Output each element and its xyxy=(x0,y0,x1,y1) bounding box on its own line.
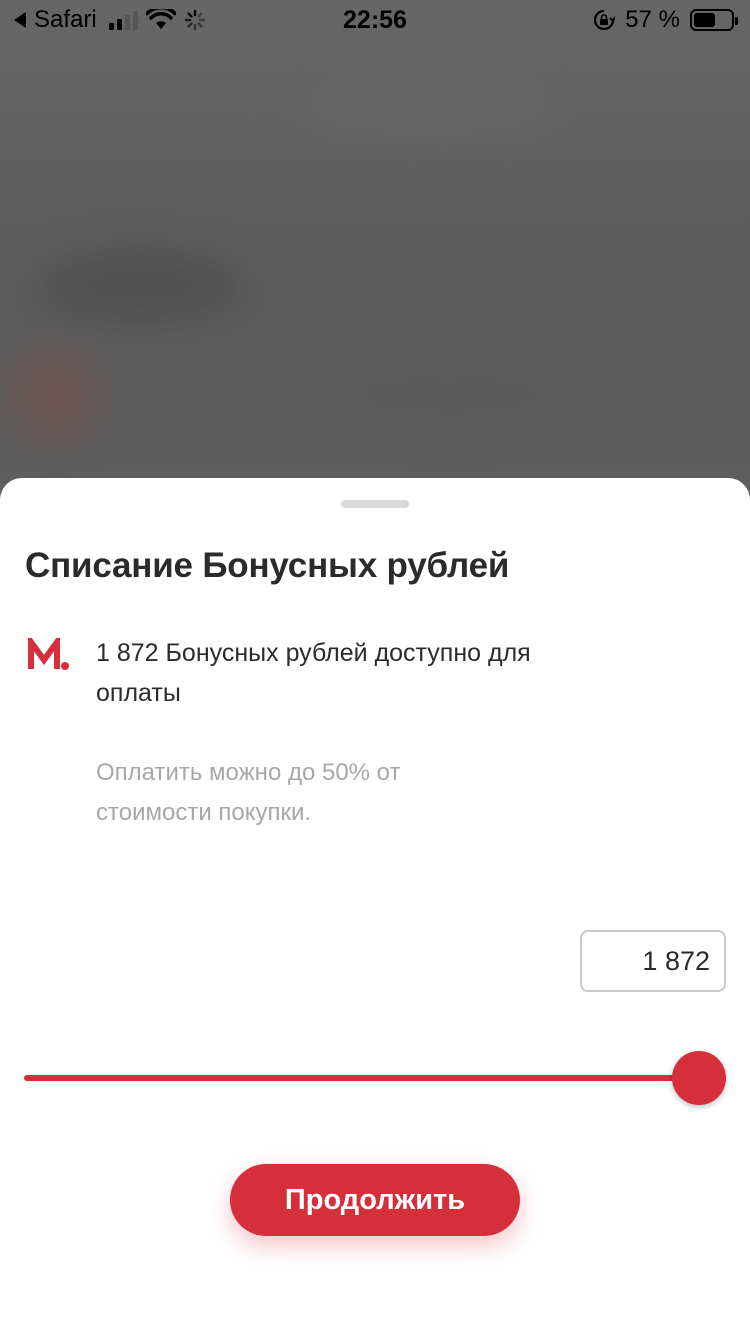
blurred-shape xyxy=(300,80,560,140)
slider-track xyxy=(24,1075,726,1081)
continue-button[interactable]: Продолжить xyxy=(230,1164,520,1236)
payment-limit-hint: Оплатить можно до 50% от стоимости покуп… xyxy=(96,759,401,826)
sheet-grabber[interactable] xyxy=(341,500,409,508)
status-bar: Safari 22:56 57 % xyxy=(0,0,750,40)
blurred-shape xyxy=(10,350,100,440)
blurred-shape xyxy=(330,370,570,430)
bonus-sheet: Списание Бонусных рублей 1 872 Бонусных … xyxy=(0,478,750,1334)
bonus-amount-input[interactable] xyxy=(580,930,726,992)
battery-icon xyxy=(690,9,738,31)
blurred-shape xyxy=(40,250,240,320)
available-bonus-text: 1 872 Бонусных рублей доступно для оплат… xyxy=(96,639,531,707)
m-logo-icon xyxy=(28,638,69,670)
battery-percent: 57 % xyxy=(625,6,680,33)
battery-fill xyxy=(694,13,715,27)
bonus-amount-slider[interactable] xyxy=(24,1048,726,1108)
sheet-title: Списание Бонусных рублей xyxy=(25,546,510,585)
status-bar-right: 57 % xyxy=(593,6,738,34)
slider-fill xyxy=(24,1075,726,1081)
rotation-lock-icon xyxy=(594,9,616,31)
slider-thumb[interactable] xyxy=(672,1051,726,1105)
blurred-background xyxy=(0,0,750,500)
